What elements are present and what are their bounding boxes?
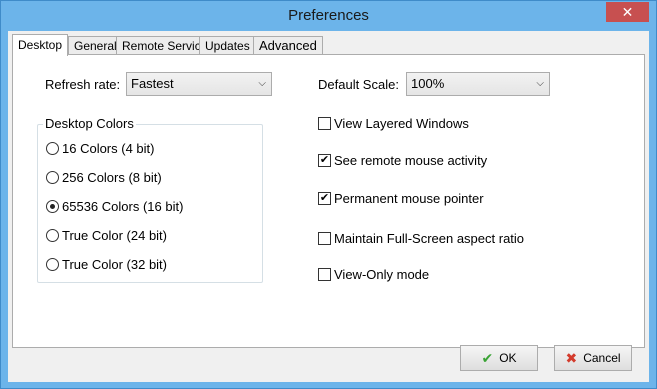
checkbox-checked-icon[interactable]: ✔ [318, 153, 331, 167]
tab-general[interactable]: General [68, 36, 123, 55]
chevron-down-icon: ⌵ [258, 78, 266, 89]
checkbox-maintain-aspect-ratio[interactable]: Maintain Full-Screen aspect ratio [318, 229, 524, 247]
checkbox-checked-icon[interactable]: ✔ [318, 191, 331, 205]
checkbox-label: View-Only mode [334, 266, 430, 282]
refresh-rate-value: Fastest [131, 76, 174, 91]
checkbox-label: See remote mouse activity [334, 152, 488, 168]
cancel-label: Cancel [583, 351, 621, 365]
radio-label: 65536 Colors (16 bit) [62, 198, 184, 214]
radio-button-selected-icon[interactable] [46, 199, 59, 213]
preferences-window: Preferences ✕ Desktop General Remote Ser… [0, 0, 657, 389]
close-button[interactable]: ✕ [606, 2, 649, 22]
desktop-colors-title: Desktop Colors [43, 116, 136, 131]
checkbox-view-layered-windows[interactable]: View Layered Windows [318, 114, 469, 132]
checkbox-see-remote-mouse[interactable]: ✔ See remote mouse activity [318, 151, 487, 169]
default-scale-select[interactable]: 100% ⌵ [406, 72, 550, 96]
radio-label: 256 Colors (8 bit) [62, 169, 162, 185]
checkbox-icon[interactable] [318, 267, 331, 281]
radio-65536-colors[interactable]: 65536 Colors (16 bit) [46, 197, 183, 215]
checkbox-icon[interactable] [318, 116, 331, 130]
checkmark-icon: ✔ [481, 349, 494, 366]
radio-true-color-32[interactable]: True Color (32 bit) [46, 255, 167, 273]
radio-16-colors[interactable]: 16 Colors (4 bit) [46, 139, 154, 157]
radio-label: 16 Colors (4 bit) [62, 140, 155, 156]
tab-advanced[interactable]: Advanced [253, 36, 323, 55]
radio-button-icon[interactable] [46, 257, 59, 271]
window-title: Preferences [288, 7, 369, 24]
radio-256-colors[interactable]: 256 Colors (8 bit) [46, 168, 162, 186]
ok-button[interactable]: ✔ OK [460, 345, 538, 371]
checkbox-permanent-mouse-pointer[interactable]: ✔ Permanent mouse pointer [318, 189, 484, 207]
desktop-colors-group: Desktop Colors 16 Colors (4 bit) 256 Col… [37, 116, 263, 283]
checkbox-icon[interactable] [318, 231, 331, 245]
radio-true-color-24[interactable]: True Color (24 bit) [46, 226, 167, 244]
radio-label: True Color (32 bit) [62, 256, 167, 272]
radio-button-icon[interactable] [46, 141, 59, 155]
dialog-client: Desktop General Remote Service Updates A… [8, 31, 649, 382]
tab-updates[interactable]: Updates [199, 36, 256, 55]
title-bar: Preferences ✕ [1, 1, 656, 31]
checkbox-label: Maintain Full-Screen aspect ratio [334, 230, 525, 246]
cancel-button[interactable]: ✖ Cancel [554, 345, 632, 371]
radio-button-icon[interactable] [46, 170, 59, 184]
checkbox-label: View Layered Windows [334, 115, 469, 131]
desktop-tab-panel: Refresh rate: Fastest ⌵ Default Scale: 1… [12, 54, 645, 348]
radio-label: True Color (24 bit) [62, 227, 167, 243]
ok-label: OK [499, 351, 517, 365]
radio-button-icon[interactable] [46, 228, 59, 242]
checkbox-label: Permanent mouse pointer [334, 190, 484, 206]
close-icon: ✖ [565, 349, 578, 366]
chevron-down-icon: ⌵ [536, 78, 544, 89]
tab-desktop[interactable]: Desktop [12, 34, 69, 56]
default-scale-value: 100% [411, 76, 445, 91]
refresh-rate-select[interactable]: Fastest ⌵ [126, 72, 272, 96]
checkbox-view-only-mode[interactable]: View-Only mode [318, 265, 429, 283]
refresh-rate-label: Refresh rate: [45, 77, 121, 92]
default-scale-label: Default Scale: [318, 77, 399, 92]
